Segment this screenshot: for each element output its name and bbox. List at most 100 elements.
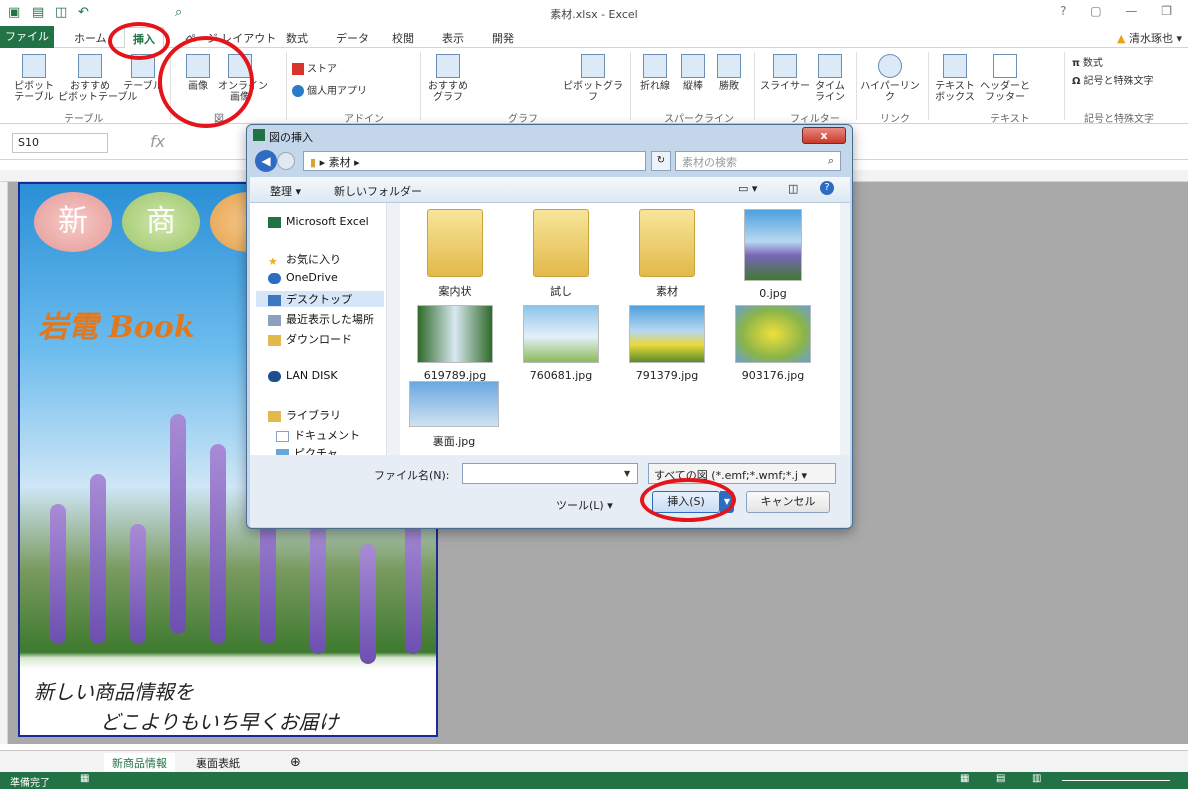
nav-label: ライブラリ: [286, 409, 341, 422]
pi-icon: π: [1072, 58, 1080, 69]
sparkline-column-label: 縦棒: [683, 81, 703, 92]
pivottable-icon: [22, 54, 46, 78]
sparkline-winloss-button[interactable]: 勝敗: [712, 54, 746, 92]
tab-review[interactable]: 校閲: [392, 30, 414, 46]
page-break-view-icon[interactable]: ▥: [1032, 773, 1041, 784]
hyperlink-button[interactable]: ハイパーリンク: [860, 54, 920, 103]
lupine-flower: [360, 544, 376, 664]
nav-item-downloads[interactable]: ダウンロード: [268, 331, 352, 347]
poster-brand: 岩電 Book: [38, 310, 195, 345]
file-item-image[interactable]: 裏面.jpg: [404, 381, 504, 449]
chevron-down-icon[interactable]: ▼: [624, 469, 630, 478]
tab-developer[interactable]: 開発: [492, 30, 514, 46]
slicer-button[interactable]: スライサー: [760, 54, 810, 92]
pivottable-button[interactable]: ピボット テーブル: [8, 54, 60, 103]
preview-pane-icon[interactable]: ◫: [788, 182, 798, 195]
tab-view[interactable]: 表示: [442, 30, 464, 46]
file-browser: Microsoft Excel ★ お気に入り OneDrive デスクトップ 最…: [250, 203, 850, 460]
file-item-image[interactable]: 619789.jpg: [410, 305, 500, 382]
store-icon: [292, 63, 304, 75]
group-label-addin: アドイン: [344, 114, 384, 125]
address-bar[interactable]: ▮ ▸ 素材 ▸: [303, 151, 646, 171]
file-label: 791379.jpg: [635, 369, 699, 382]
nav-item-documents[interactable]: ドキュメント: [276, 427, 360, 443]
file-item-image[interactable]: 791379.jpg: [622, 305, 712, 382]
my-apps-button[interactable]: 個人用アプリ: [292, 82, 367, 97]
symbol-label: 記号と特殊文字: [1083, 76, 1154, 87]
nav-item-excel[interactable]: Microsoft Excel: [268, 215, 369, 228]
folder-icon: [533, 209, 589, 277]
files-scrollbar[interactable]: [840, 203, 850, 455]
sparkline-column-button[interactable]: 縦棒: [676, 54, 710, 92]
search-placeholder: 素材の検索: [682, 156, 737, 169]
group-label-table: テーブル: [64, 114, 104, 125]
header-footer-icon: [993, 54, 1017, 78]
file-item-folder[interactable]: 素材: [622, 209, 712, 299]
cancel-button[interactable]: キャンセル: [746, 491, 830, 513]
nav-scrollbar[interactable]: [386, 203, 400, 455]
nav-item-lan-disk[interactable]: LAN DISK: [268, 369, 338, 382]
equation-button[interactable]: π 数式: [1072, 54, 1103, 69]
tab-home[interactable]: ホーム: [74, 30, 107, 46]
refresh-icon[interactable]: ↻: [651, 151, 671, 171]
page-layout-view-icon[interactable]: ▤: [996, 773, 1005, 784]
globe-icon: [878, 54, 902, 78]
help-icon[interactable]: ?: [820, 181, 834, 195]
store-button[interactable]: ストア: [292, 60, 337, 75]
slicer-icon: [773, 54, 797, 78]
normal-view-icon[interactable]: ▦: [960, 773, 969, 784]
tools-menu[interactable]: ツール(L) ▾: [556, 497, 613, 513]
group-separator: [420, 52, 421, 120]
header-footer-button[interactable]: ヘッダーと フッター: [980, 54, 1030, 103]
nav-item-onedrive[interactable]: OneDrive: [268, 271, 338, 284]
close-button[interactable]: x: [802, 127, 846, 144]
organize-button[interactable]: 整理 ▾: [270, 183, 301, 199]
file-label: 素材: [656, 285, 678, 298]
file-item-folder[interactable]: 案内状: [410, 209, 500, 299]
timeline-icon: [818, 54, 842, 78]
sparkline-line-button[interactable]: 折れ線: [636, 54, 674, 92]
user-account[interactable]: ▲ 清水琢也 ▾: [1117, 30, 1182, 46]
name-box[interactable]: S10: [12, 133, 108, 153]
nav-label: デスクトップ: [286, 293, 352, 306]
back-icon[interactable]: ◀: [255, 150, 277, 172]
window-controls[interactable]: ? ▢ — ❐: [1060, 4, 1182, 18]
view-options-icon[interactable]: ▭ ▾: [738, 182, 757, 195]
file-item-image[interactable]: 760681.jpg: [516, 305, 606, 382]
search-input[interactable]: 素材の検索 ⌕: [675, 151, 841, 171]
pivotchart-button[interactable]: ピボットグラフ: [560, 54, 626, 103]
recommended-pivot-button[interactable]: おすすめ ピボットテーブル: [58, 54, 137, 103]
tab-file[interactable]: ファイル: [0, 26, 54, 48]
sheet-tab-back-cover[interactable]: 裏面表紙: [188, 753, 248, 773]
zoom-slider[interactable]: [1062, 780, 1170, 781]
file-item-image[interactable]: 903176.jpg: [728, 305, 818, 382]
nav-item-libraries[interactable]: ライブラリ: [268, 407, 341, 423]
new-folder-button[interactable]: 新しいフォルダー: [334, 183, 422, 199]
nav-item-desktop[interactable]: デスクトップ: [256, 291, 384, 307]
timeline-button[interactable]: タイム ライン: [810, 54, 850, 103]
library-icon: [268, 410, 281, 422]
fx-icon[interactable]: fx: [150, 132, 165, 151]
file-item-image[interactable]: 0.jpg: [728, 209, 818, 300]
symbol-button[interactable]: Ω 記号と特殊文字: [1072, 72, 1154, 87]
folder-icon: ▮: [310, 156, 317, 169]
textbox-button[interactable]: テキスト ボックス: [932, 54, 978, 103]
lupine-flower: [405, 514, 421, 654]
group-label-sparkline: スパークライン: [664, 114, 734, 125]
my-apps-label: 個人用アプリ: [307, 86, 367, 97]
filename-input[interactable]: [462, 463, 638, 484]
tab-data[interactable]: データ: [336, 30, 369, 46]
forward-icon[interactable]: [277, 152, 295, 170]
tab-formulas[interactable]: 数式: [286, 30, 308, 46]
group-separator: [286, 52, 287, 120]
recommended-chart-button[interactable]: おすすめ グラフ: [426, 54, 470, 103]
nav-item-favorites[interactable]: ★ お気に入り: [268, 251, 341, 268]
file-label: 760681.jpg: [529, 369, 593, 382]
add-sheet-icon[interactable]: ⊕: [282, 753, 309, 772]
address-path: ▸ 素材 ▸: [319, 156, 360, 169]
group-separator: [856, 52, 857, 120]
file-item-folder[interactable]: 試し: [516, 209, 606, 299]
column-sparkline-icon: [681, 54, 705, 78]
macro-record-icon[interactable]: ▦: [80, 773, 89, 784]
nav-item-recent[interactable]: 最近表示した場所: [268, 311, 386, 327]
